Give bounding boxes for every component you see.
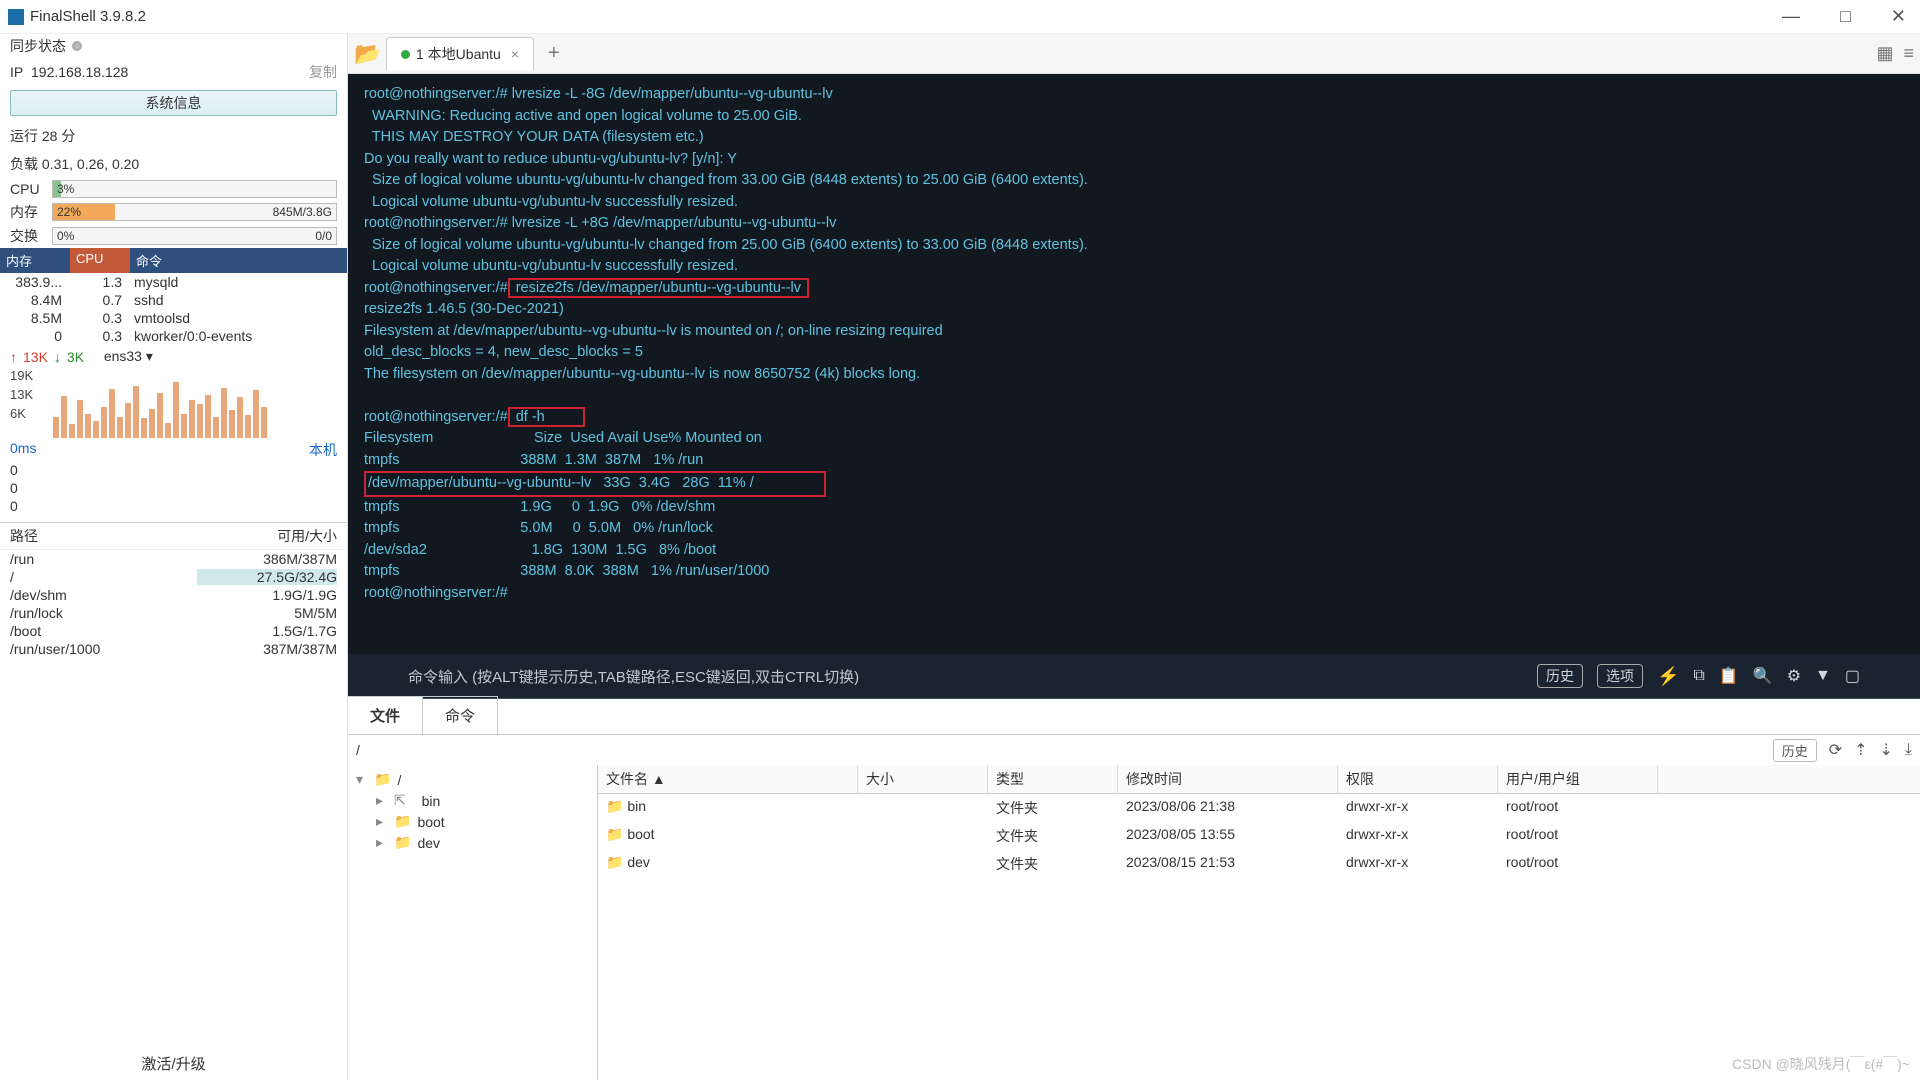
command-input-bar[interactable]: 命令输入 (按ALT键提示历史,TAB键路径,ESC键返回,双击CTRL切换) …: [348, 654, 1920, 698]
iface-select[interactable]: ens33 ▾: [104, 348, 153, 365]
mem-rt: 845M/3.8G: [273, 204, 332, 220]
bolt-icon[interactable]: ⚡: [1657, 666, 1679, 687]
ip-label: IP: [10, 64, 23, 80]
list-view-icon[interactable]: ≡: [1903, 43, 1914, 64]
file-browser: / 历史 ⟳ ⇡ ⇣ ⤓ ▾📁/ ▸⇱ bin ▸📁boot ▸📁dev: [348, 734, 1920, 1080]
mem-bar: 22% 845M/3.8G: [52, 203, 337, 221]
open-folder-icon[interactable]: 📂: [354, 43, 382, 65]
ip-value: 192.168.18.128: [31, 64, 128, 80]
activate-button[interactable]: 激活/升级: [0, 1043, 347, 1080]
tab-label: 1 本地Ubantu: [416, 44, 501, 64]
net-down: 3K: [67, 349, 84, 365]
swap-pct: 0%: [57, 228, 74, 244]
watermark: CSDN @晓风残月(￣ε(#￣)~: [1732, 1054, 1910, 1074]
folder-icon: 📁: [394, 813, 411, 830]
sort-asc-icon: ▲: [652, 771, 666, 787]
sync-status-icon: [72, 41, 82, 51]
lower-tabs: 文件 命令: [348, 698, 1920, 734]
net-up: 13K: [23, 349, 48, 365]
new-tab-button[interactable]: +: [538, 38, 570, 69]
file-row[interactable]: 📁 bin文件夹2023/08/06 21:38drwxr-xr-xroot/r…: [598, 794, 1920, 822]
file-list: 文件名 ▲ 大小 类型 修改时间 权限 用户/用户组 📁 bin文件夹2023/…: [598, 765, 1920, 1080]
swap-rt: 0/0: [315, 228, 332, 244]
tab-commands[interactable]: 命令: [422, 696, 498, 734]
session-tab[interactable]: 1 本地Ubantu ×: [386, 37, 534, 70]
tab-close-icon[interactable]: ×: [511, 46, 519, 62]
folder-tree[interactable]: ▾📁/ ▸⇱ bin ▸📁boot ▸📁dev: [348, 765, 598, 1080]
cpu-label: CPU: [10, 181, 46, 197]
upload-icon[interactable]: ⇡: [1854, 740, 1867, 760]
process-row[interactable]: 8.4M0.7sshd: [0, 291, 347, 309]
close-button[interactable]: ✕: [1885, 6, 1912, 27]
disk-row[interactable]: /dev/shm1.9G/1.9G: [0, 586, 347, 604]
highlighted-command: resize2fs /dev/mapper/ubuntu--vg-ubuntu-…: [508, 278, 809, 298]
disk-row[interactable]: /run386M/387M: [0, 550, 347, 568]
refresh-icon[interactable]: ⟳: [1829, 740, 1842, 760]
up-arrow-icon: ↑: [10, 349, 17, 365]
cpu-bar: 3%: [52, 180, 337, 198]
terminal[interactable]: root@nothingserver:/# lvresize -L -8G /d…: [348, 74, 1920, 654]
mem-pct: 22%: [57, 204, 81, 220]
latency-host: 本机: [309, 440, 337, 460]
sync-status-label: 同步状态: [10, 36, 66, 56]
net-chart: [53, 368, 267, 438]
process-row[interactable]: 383.9...1.3mysqld: [0, 273, 347, 291]
file-row[interactable]: 📁 dev文件夹2023/08/15 21:53drwxr-xr-xroot/r…: [598, 850, 1920, 878]
disk-row[interactable]: /run/user/1000387M/387M: [0, 640, 347, 658]
down-arrow-icon: ↓: [54, 349, 61, 365]
options-button[interactable]: 选项: [1597, 664, 1643, 688]
file-list-header[interactable]: 文件名 ▲ 大小 类型 修改时间 权限 用户/用户组: [598, 765, 1920, 794]
download-all-icon[interactable]: ⤓: [1905, 741, 1912, 759]
uptime-label: 运行 28 分: [0, 122, 347, 150]
search-icon[interactable]: 🔍: [1753, 666, 1773, 686]
history-button[interactable]: 历史: [1537, 664, 1583, 688]
latency-values: 000: [0, 462, 347, 514]
sidebar: 同步状态 IP 192.168.18.128 复制 系统信息 运行 28 分 负…: [0, 34, 348, 1080]
command-hint: 命令输入 (按ALT键提示历史,TAB键路径,ESC键返回,双击CTRL切换): [408, 666, 859, 687]
gear-icon[interactable]: ⚙: [1787, 666, 1801, 686]
app-title: FinalShell 3.9.8.2: [30, 8, 146, 25]
fb-history-button[interactable]: 历史: [1773, 739, 1817, 762]
copy-icon[interactable]: ⧉: [1693, 667, 1704, 685]
grid-view-icon[interactable]: ▦: [1876, 43, 1893, 64]
folder-icon: 📁: [374, 771, 391, 788]
maximize-button[interactable]: □: [1834, 6, 1857, 27]
breadcrumb[interactable]: /: [356, 742, 360, 758]
swap-bar: 0% 0/0: [52, 227, 337, 245]
fullscreen-icon[interactable]: ▢: [1845, 666, 1860, 686]
app-logo-icon: [8, 9, 24, 25]
download-icon[interactable]: ▼: [1815, 667, 1831, 685]
disk-table-header: 路径可用/大小: [0, 522, 347, 550]
status-dot-icon: [401, 50, 410, 59]
mem-label: 内存: [10, 202, 46, 222]
file-row[interactable]: 📁 boot文件夹2023/08/05 13:55drwxr-xr-xroot/…: [598, 822, 1920, 850]
load-label: 负载 0.31, 0.26, 0.20: [0, 150, 347, 178]
disk-row[interactable]: /27.5G/32.4G: [0, 568, 347, 586]
tab-files[interactable]: 文件: [348, 696, 423, 734]
process-row[interactable]: 00.3kworker/0:0-events: [0, 327, 347, 345]
titlebar: FinalShell 3.9.8.2 — □ ✕: [0, 0, 1920, 34]
disk-row[interactable]: /run/lock5M/5M: [0, 604, 347, 622]
highlighted-command: df -h: [508, 407, 585, 427]
process-table-header: 内存 CPU 命令: [0, 248, 347, 273]
disk-row[interactable]: /boot1.5G/1.7G: [0, 622, 347, 640]
highlighted-output-line: /dev/mapper/ubuntu--vg-ubuntu--lv 33G 3.…: [364, 471, 826, 497]
tab-bar: 📂 1 本地Ubantu × + ▦ ≡: [348, 34, 1920, 74]
download-icon[interactable]: ⇣: [1880, 740, 1893, 760]
copy-button[interactable]: 复制: [309, 62, 337, 82]
system-info-button[interactable]: 系统信息: [10, 90, 337, 116]
chart-ticks: 19K13K6K: [0, 368, 43, 438]
folder-icon: 📁: [394, 834, 411, 851]
swap-label: 交换: [10, 226, 46, 246]
latency-ms: 0ms: [10, 440, 36, 460]
minimize-button[interactable]: —: [1776, 6, 1806, 27]
process-row[interactable]: 8.5M0.3vmtoolsd: [0, 309, 347, 327]
cpu-pct: 3%: [57, 181, 74, 197]
paste-icon[interactable]: 📋: [1719, 666, 1739, 686]
